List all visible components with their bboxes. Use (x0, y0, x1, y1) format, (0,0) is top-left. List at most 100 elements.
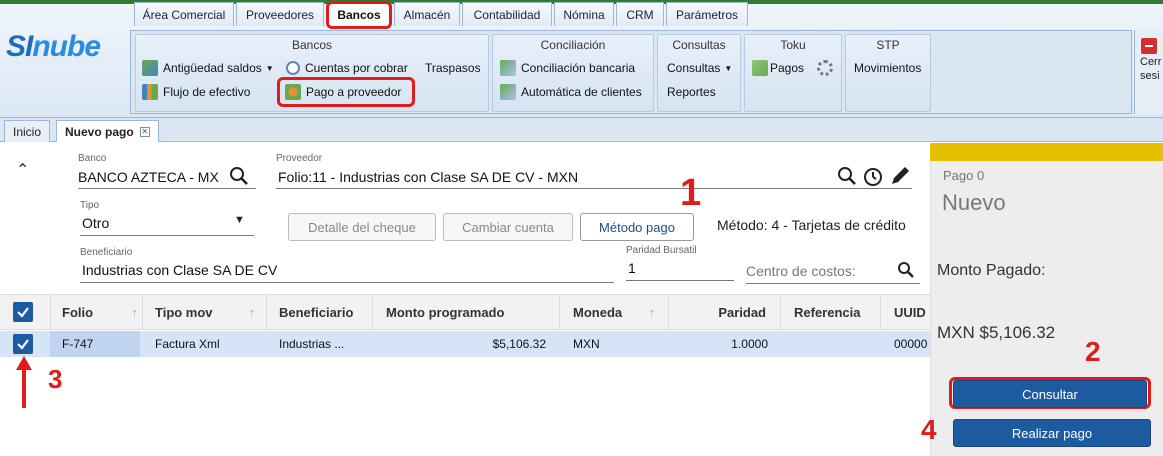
payment-icon (285, 84, 301, 100)
tipo-underline (80, 235, 254, 236)
step-1-marker: 1 (680, 172, 702, 214)
tab-proveedores[interactable]: Proveedores (236, 2, 324, 26)
col-sep (50, 294, 51, 330)
sort-arrow-icon: ↑ (248, 304, 256, 320)
consultas-menu-button[interactable]: Consultas ▼ (667, 59, 732, 77)
tipo-label: Tipo (80, 200, 100, 211)
logout-label-2[interactable]: sesi (1140, 70, 1160, 82)
banco-field[interactable]: BANCO AZTECA - MX (78, 169, 219, 185)
centro-costos-underline (746, 283, 920, 284)
pago-a-proveedor-button[interactable]: Pago a proveedor (285, 83, 401, 101)
metodo-pago-button[interactable]: Método pago (580, 213, 694, 241)
collapse-chevron-up-icon[interactable]: ⌃ (16, 160, 32, 179)
group-title-bancos: Bancos (291, 38, 333, 52)
pagos-button[interactable]: Pagos (752, 59, 804, 77)
metodo-pago-text: Método: 4 - Tarjetas de crédito (717, 217, 906, 233)
checklist-icon (500, 60, 516, 76)
search-icon[interactable] (229, 166, 249, 186)
step-2-marker: 2 (1085, 336, 1101, 367)
tab-crm[interactable]: CRM (616, 2, 664, 26)
banco-underline (78, 188, 256, 189)
doc-tab-inicio[interactable]: Inicio (4, 120, 51, 142)
automatica-clientes-button[interactable]: Automática de clientes (500, 83, 642, 101)
col-sep (266, 294, 267, 330)
pago-number: Pago 0 (943, 168, 985, 183)
monto-pagado-value: MXN $5,106.32 (937, 323, 1056, 342)
search-icon[interactable] (897, 261, 915, 279)
tab-nomina[interactable]: Nómina (554, 2, 614, 26)
doc-tab-nuevo-pago[interactable]: Nuevo pago ✕ (56, 120, 159, 142)
document-tabbar (0, 118, 1163, 142)
cell-paridad: 1.0000 (731, 337, 768, 351)
group-title-toku: Toku (780, 38, 806, 52)
logout-label-1[interactable]: Cerr (1140, 56, 1161, 68)
row-checkbox[interactable] (13, 334, 33, 354)
group-title-conciliacion: Conciliación (540, 38, 606, 52)
checklist-icon (500, 84, 516, 100)
cuentas-por-cobrar-button[interactable]: Cuentas por cobrar (286, 59, 408, 77)
tab-area-comercial[interactable]: Área Comercial (134, 2, 234, 26)
consultar-button[interactable]: Consultar (953, 380, 1147, 408)
traspasos-button[interactable]: Traspasos (425, 59, 481, 77)
col-header-monto[interactable]: Monto programado (386, 294, 504, 330)
chevron-down-icon: ▼ (265, 63, 274, 73)
logout-icon[interactable] (1141, 38, 1157, 54)
flujo-efectivo-button[interactable]: Flujo de efectivo (142, 83, 250, 101)
tab-almacen[interactable]: Almacén (394, 2, 460, 26)
col-sep (559, 294, 560, 330)
sort-arrow-icon: ↑ (648, 304, 656, 320)
col-header-uuid[interactable]: UUID (894, 294, 926, 330)
cell-tipo-mov: Factura Xml (155, 337, 220, 351)
antiguedad-saldos-button[interactable]: Antigüedad saldos ▼ (142, 59, 274, 77)
detalle-cheque-button[interactable]: Detalle del cheque (288, 213, 436, 241)
cell-beneficiario: Industrias ... (279, 337, 345, 351)
centro-costos-input[interactable]: Centro de costos: (746, 263, 856, 279)
tab-bancos[interactable]: Bancos (326, 1, 392, 29)
realizar-pago-button[interactable]: Realizar pago (953, 419, 1151, 447)
group-title-consultas: Consultas (672, 38, 726, 52)
col-header-folio[interactable]: Folio ↑ (62, 294, 138, 330)
col-header-referencia[interactable]: Referencia (794, 294, 860, 330)
search-icon[interactable] (837, 166, 857, 186)
reportes-button[interactable]: Reportes (667, 83, 716, 101)
proveedor-field[interactable]: Folio:11 - Industrias con Clase SA DE CV… (278, 169, 578, 185)
step-3-marker: 3 (48, 364, 63, 394)
step-4-marker: 4 (921, 414, 937, 445)
tab-contabilidad[interactable]: Contabilidad (462, 2, 552, 26)
select-all-checkbox[interactable] (13, 302, 33, 322)
magnifier-icon (286, 61, 300, 75)
tipo-select[interactable]: Otro (82, 215, 109, 231)
col-header-tipo-mov[interactable]: Tipo mov ↑ (155, 294, 255, 330)
close-tab-icon[interactable]: ✕ (139, 126, 150, 137)
money-plus-icon (752, 60, 768, 76)
paridad-underline (626, 280, 734, 281)
proveedor-underline (276, 188, 912, 189)
col-sep (668, 294, 669, 330)
movimientos-button[interactable]: Movimientos (854, 59, 921, 77)
col-header-moneda[interactable]: Moneda ↑ (573, 294, 655, 330)
edit-pencil-icon[interactable] (888, 164, 912, 188)
pago-status: Nuevo (942, 190, 1006, 215)
col-header-beneficiario[interactable]: Beneficiario (279, 294, 353, 330)
group-title-stp: STP (876, 38, 900, 52)
report-icon (142, 60, 158, 76)
conciliacion-bancaria-button[interactable]: Conciliación bancaria (500, 59, 635, 77)
col-header-paridad[interactable]: Paridad (680, 294, 766, 330)
app-logo: SInube (6, 30, 101, 63)
history-icon[interactable] (862, 165, 884, 187)
beneficiario-underline (80, 282, 614, 283)
cambiar-cuenta-button[interactable]: Cambiar cuenta (443, 213, 573, 241)
chart-icon (142, 84, 158, 100)
banco-label: Banco (78, 153, 107, 164)
tab-parametros[interactable]: Parámetros (666, 2, 748, 26)
beneficiario-label: Beneficiario (80, 247, 133, 258)
red-arrow-up-icon (16, 356, 32, 408)
dropdown-arrow-icon[interactable]: ▼ (234, 214, 245, 226)
proveedor-label: Proveedor (276, 153, 323, 164)
cell-folio: F-747 (62, 337, 94, 351)
cell-moneda: MXN (573, 337, 600, 351)
beneficiario-field[interactable]: Industrias con Clase SA DE CV (82, 262, 277, 278)
paridad-field[interactable]: 1 (628, 260, 636, 276)
cell-monto: $5,106.32 (492, 337, 546, 351)
gear-icon[interactable] (817, 60, 833, 76)
